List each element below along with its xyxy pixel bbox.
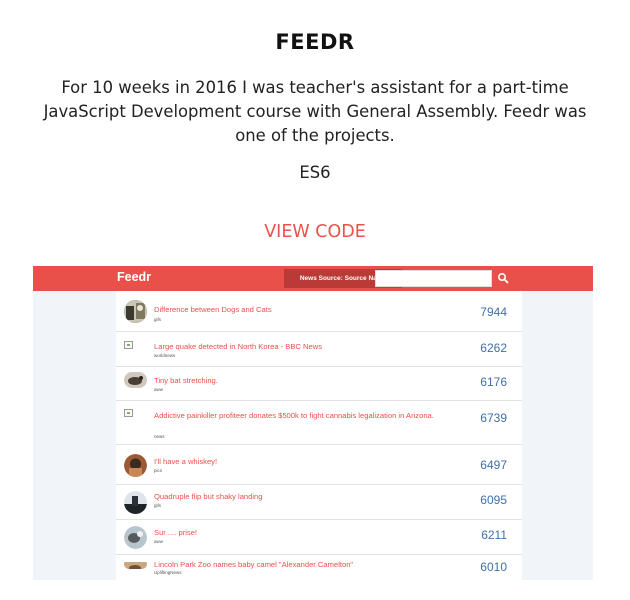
feed-item[interactable]: Lincoln Park Zoo names baby camel "Alexa… [116,555,522,580]
project-title: FEEDR [275,30,355,54]
item-thumbnail [124,454,147,477]
project-tech: ES6 [299,163,331,182]
view-code-link[interactable]: VIEW CODE [0,222,630,242]
broken-image-icon [124,409,133,417]
feed-item[interactable]: Addictive painkiller profiteer donates $… [116,401,522,445]
item-subreddit: gifs [154,503,162,508]
feed-item[interactable]: Difference between Dogs and Cats gifs 79… [116,291,522,332]
app-header: Feedr News Source: Source Name [33,266,593,291]
item-thumbnail [124,372,147,388]
item-count: 6739 [480,411,507,425]
item-title[interactable]: Difference between Dogs and Cats [154,304,434,315]
item-title[interactable]: Lincoln Park Zoo names baby camel "Alexa… [154,559,434,570]
item-subreddit: news [154,434,165,439]
project-description: For 10 weeks in 2016 I was teacher's ass… [43,78,587,145]
feed-item[interactable]: Quadruple flip but shaky landing gifs 60… [116,485,522,520]
item-title[interactable]: Tiny bat stretching. [154,375,434,386]
item-title[interactable]: Quadruple flip but shaky landing [154,491,434,502]
item-subreddit: worldnews [154,353,176,358]
project-screenshot: Feedr News Source: Source Name Differenc… [33,266,593,580]
search-input[interactable] [375,270,492,287]
feed-item[interactable]: Large quake detected in North Korea - BB… [116,332,522,367]
item-subreddit: aww [154,387,164,392]
item-thumbnail [124,300,147,323]
feed-item[interactable]: I'll have a whiskey! pics 6497 [116,445,522,485]
item-subreddit: aww [154,539,164,544]
item-count: 6010 [480,560,507,574]
item-title[interactable]: I'll have a whiskey! [154,456,434,467]
item-count: 6211 [481,528,507,542]
feed-list: Difference between Dogs and Cats gifs 79… [116,291,522,580]
item-count: 7944 [480,305,507,319]
item-count: 6176 [480,375,507,389]
item-thumbnail [124,526,147,549]
item-subreddit: UpliftingNews [154,570,182,575]
item-title[interactable]: Sur .... prise! [154,527,434,538]
feed-item[interactable]: Sur .... prise! aww 6211 [116,520,522,555]
item-subreddit: gifs [154,317,162,322]
search-icon[interactable] [497,272,509,284]
item-count: 6095 [480,493,507,507]
app-logo: Feedr [117,270,152,284]
item-title[interactable]: Large quake detected in North Korea - BB… [154,341,434,352]
item-subreddit: pics [154,468,163,473]
item-thumbnail [124,491,147,514]
item-count: 6262 [480,341,507,355]
feed-item[interactable]: Tiny bat stretching. aww 6176 [116,367,522,401]
item-thumbnail [124,559,147,569]
broken-image-icon [124,341,133,349]
item-count: 6497 [480,458,507,472]
item-title[interactable]: Addictive painkiller profiteer donates $… [154,410,434,421]
